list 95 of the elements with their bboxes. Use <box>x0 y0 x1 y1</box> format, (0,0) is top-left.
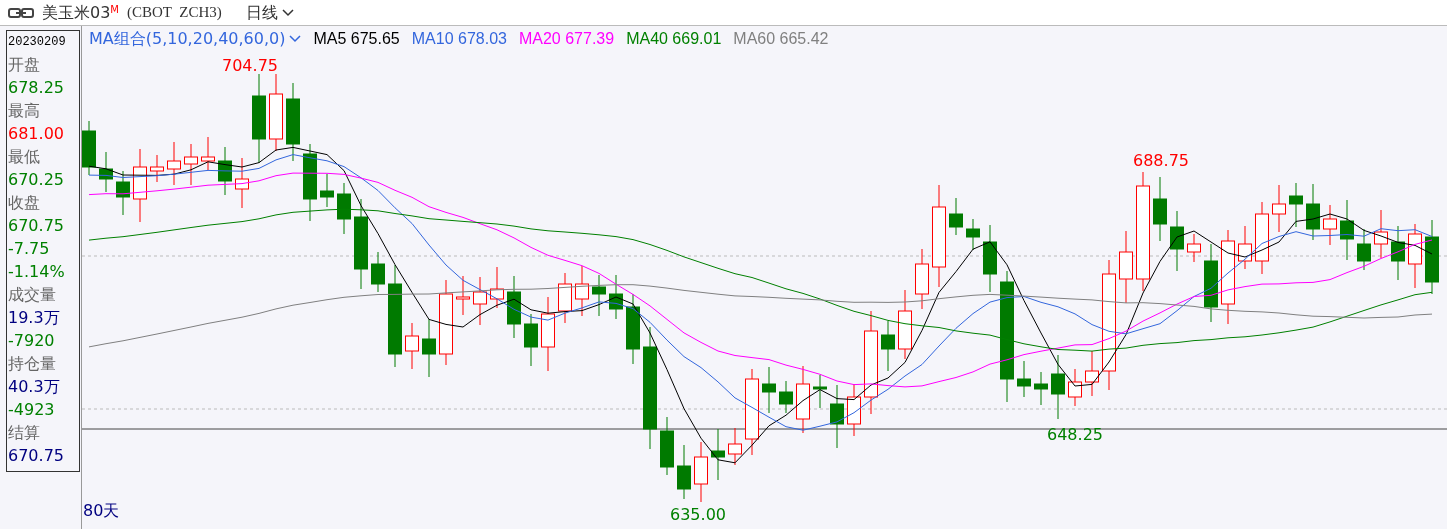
candlestick <box>507 275 521 339</box>
low-price-label: 648.25 <box>1047 424 1103 446</box>
candlestick <box>235 157 249 209</box>
candlestick <box>558 272 572 324</box>
candlestick <box>711 428 725 481</box>
candlestick <box>320 173 334 208</box>
candlestick <box>660 416 674 476</box>
field-value: -7.75 <box>8 238 51 260</box>
period-dropdown[interactable]: 日线 <box>245 0 294 25</box>
field-label: 持仓量 <box>8 353 57 375</box>
candlestick <box>728 427 742 466</box>
indicator-dropdown[interactable]: MA组合(5,10,20,40,60,0) <box>89 27 302 51</box>
candlestick <box>1085 350 1099 397</box>
candlestick <box>1238 225 1252 270</box>
candlestick <box>796 365 810 434</box>
candlestick <box>405 322 419 370</box>
moving-average-value: MA10 678.03 <box>411 29 507 49</box>
candlestick <box>218 146 232 196</box>
candlestick <box>337 182 351 235</box>
moving-average-value: MA5 675.65 <box>313 29 400 49</box>
symbol-code: (CBOT ZCH3) <box>127 3 222 23</box>
candlestick <box>898 289 912 360</box>
field-label: 最低 <box>8 146 41 168</box>
candlestick <box>150 154 164 183</box>
candlestick <box>915 248 929 310</box>
high-price-label: 688.75 <box>1133 150 1189 172</box>
field-value: 681.00 <box>8 123 65 145</box>
candlestick <box>694 441 708 503</box>
field-label: 最高 <box>8 100 41 122</box>
candlestick <box>116 170 130 216</box>
candlestick <box>626 293 640 365</box>
candlestick <box>1323 204 1337 246</box>
candlestick <box>1051 354 1065 420</box>
moving-average-value: MA60 665.42 <box>733 29 829 49</box>
symbol-name: 美玉米03$^{M}$ <box>42 1 119 24</box>
candlestick <box>490 266 504 309</box>
candlestick <box>1068 368 1082 407</box>
candlestick <box>1340 199 1354 261</box>
candlestick <box>762 366 776 414</box>
candlestick <box>422 318 436 378</box>
candlestick <box>184 143 198 186</box>
candlestick <box>575 265 589 317</box>
candlestick <box>813 374 827 409</box>
candlestick <box>456 275 470 316</box>
date-label: 20230209 <box>8 34 67 51</box>
candlestick <box>881 320 895 372</box>
field-label: 结算 <box>8 422 41 444</box>
low-price-label: 635.00 <box>670 504 726 526</box>
candlestick <box>1034 371 1048 406</box>
candlestick <box>609 274 623 320</box>
candlestick <box>1170 210 1184 272</box>
high-price-label: 704.75 <box>222 55 278 77</box>
link-icon[interactable] <box>8 7 34 18</box>
candlestick <box>524 313 538 367</box>
candlestick <box>983 224 997 293</box>
candlestick <box>1017 360 1031 398</box>
candlestick <box>99 151 113 193</box>
candlestick <box>1187 233 1201 263</box>
field-label: 收盘 <box>8 192 41 214</box>
candlestick <box>830 384 844 449</box>
field-label: 开盘 <box>8 54 41 76</box>
moving-average-value: MA40 669.01 <box>626 29 722 49</box>
candlestick <box>949 197 963 236</box>
field-value: -4923 <box>8 399 56 421</box>
field-value: 670.25 <box>8 169 65 191</box>
field-value: 670.75 <box>8 445 65 467</box>
candlestick <box>966 218 980 251</box>
field-value: 678.25 <box>8 77 65 99</box>
chevron-down-icon <box>281 8 294 17</box>
candlestick <box>1153 176 1167 242</box>
candlestick <box>779 380 793 414</box>
period-count-label: 80天 <box>83 500 120 522</box>
candlestick <box>201 136 215 171</box>
field-value: -7920 <box>8 330 56 352</box>
candlestick <box>1408 223 1422 289</box>
candlestick <box>1357 228 1371 271</box>
candlestick <box>1391 225 1405 281</box>
field-value: -1.14% <box>8 261 66 283</box>
moving-average-value: MA20 677.39 <box>518 29 615 49</box>
field-label: 成交量 <box>8 284 57 306</box>
field-value: 19.3万 <box>8 307 61 329</box>
candlestick <box>1374 209 1388 259</box>
candlestick <box>82 120 96 176</box>
candlestick <box>371 251 385 293</box>
field-value: 40.3万 <box>8 376 61 398</box>
candlestick <box>1289 182 1303 228</box>
candlestick <box>677 444 691 500</box>
candlestick <box>592 274 606 317</box>
chevron-down-icon <box>289 35 302 43</box>
candlestick <box>1272 184 1286 233</box>
candlestick <box>1306 183 1320 241</box>
candlestick <box>473 276 487 326</box>
candlestick <box>847 383 861 437</box>
candlestick <box>167 141 181 186</box>
field-value: 670.75 <box>8 215 65 237</box>
